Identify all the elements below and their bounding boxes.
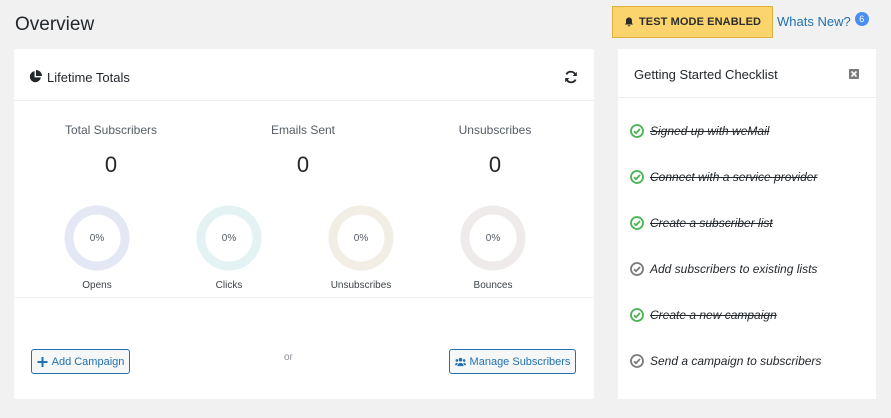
checklist-title: Getting Started Checklist [634,67,778,82]
checklist-header: Getting Started Checklist [618,49,876,98]
stat-label: Total Subscribers [64,123,158,137]
test-mode-button[interactable]: TEST MODE ENABLED [612,6,773,38]
checklist-item-label: Connect with a service provider [650,170,818,184]
checklist-item-send-campaign[interactable]: Send a campaign to subscribers [630,353,821,369]
stat-value: 0 [296,152,310,177]
check-circle-icon [630,124,644,138]
ring-label-bounces: Bounces [473,280,513,291]
checklist-item-create-list[interactable]: Create a subscriber list [630,215,773,231]
pie-chart-icon [29,70,42,83]
add-campaign-label: Add Campaign [51,355,125,368]
checklist-item-label: Send a campaign to subscribers [650,354,822,368]
checklist-item-label: Create a new campaign [650,308,777,322]
check-circle-icon [630,216,644,230]
checklist-item-create-campaign[interactable]: Create a new campaign [630,307,777,323]
checklist-item-add-subscribers[interactable]: Add subscribers to existing lists [630,261,817,277]
whats-new-label: Whats New? [777,14,851,29]
checklist-item-label: Signed up with weMail [650,124,770,138]
getting-started-checklist-card: Getting Started Checklist Signed up with… [618,49,876,399]
checklist-item-label: Create a subscriber list [650,216,773,230]
refresh-icon[interactable] [564,70,578,84]
plus-icon [37,356,48,367]
stat-value: 0 [104,152,118,177]
manage-subscribers-button[interactable]: Manage Subscribers [449,349,576,374]
bounces-ring: 0% [460,205,526,271]
checklist-item-signed-up[interactable]: Signed up with weMail [630,123,769,139]
stat-total-subscribers: Total Subscribers 0 [31,123,191,178]
checklist-item-label: Add subscribers to existing lists [650,262,818,276]
stat-label: Unsubscribes [458,123,532,137]
unsubscribes-ring: 0% [328,205,394,271]
ring-percentage: 0% [353,232,369,244]
ring-percentage: 0% [221,232,237,244]
check-circle-icon [630,170,644,184]
ring-percentage: 0% [89,232,105,244]
whats-new-link[interactable]: Whats New? 6 [777,12,869,29]
stat-emails-sent: Emails Sent 0 [223,123,383,178]
close-icon[interactable] [849,69,859,79]
ring-percentage: 0% [485,232,501,244]
checklist-item-connect-provider[interactable]: Connect with a service provider [630,169,817,185]
lifetime-totals-card: Lifetime Totals Total Subscribers 0 Emai… [14,49,594,399]
users-icon [454,357,466,366]
page-title: Overview [15,14,95,35]
ring-label-opens: Opens [82,280,112,291]
test-mode-label: TEST MODE ENABLED [638,16,762,28]
lifetime-totals-header: Lifetime Totals [14,49,594,101]
check-circle-icon [630,354,644,368]
manage-subscribers-label: Manage Subscribers [469,355,571,368]
ring-label-clicks: Clicks [215,280,243,291]
or-separator: or [284,352,293,363]
add-campaign-button[interactable]: Add Campaign [31,349,130,374]
opens-ring: 0% [64,205,130,271]
lifetime-totals-title: Lifetime Totals [47,70,130,85]
ring-label-unsubscribes: Unsubscribes [330,280,392,291]
divider [14,297,594,298]
bell-icon [624,17,633,26]
stat-unsubscribes: Unsubscribes 0 [415,123,575,178]
clicks-ring: 0% [196,205,262,271]
check-circle-icon [630,262,644,276]
stat-value: 0 [488,152,502,177]
check-circle-icon [630,308,644,322]
whats-new-badge: 6 [854,12,869,26]
stat-label: Emails Sent [270,123,336,137]
